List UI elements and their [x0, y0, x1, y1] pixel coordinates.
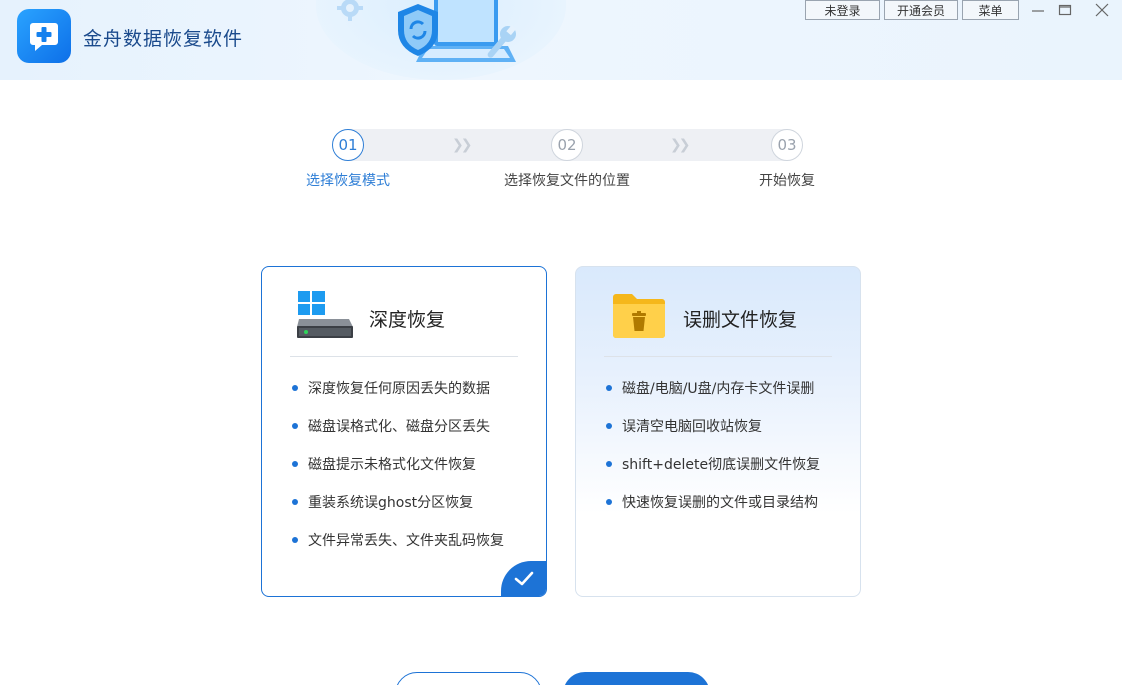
list-item: shift+delete彻底误删文件恢复 [606, 454, 820, 474]
selected-check-icon [501, 561, 546, 596]
step-arrow-icon: ❯❯ [670, 137, 691, 153]
bullet-icon [606, 499, 612, 505]
list-item: 重装系统误ghost分区恢复 [292, 492, 473, 512]
list-item: 文件异常丢失、文件夹乱码恢复 [292, 530, 504, 550]
minimize-icon[interactable] [1025, 0, 1051, 20]
bullet-icon [292, 499, 298, 505]
deep-recovery-title: 深度恢复 [369, 309, 446, 331]
step-2-number: 02 [551, 129, 583, 161]
list-item: 深度恢复任何原因丢失的数据 [292, 378, 490, 398]
app-title: 金舟数据恢复软件 [83, 28, 244, 50]
step-1-number: 01 [332, 129, 364, 161]
step-1-label: 选择恢复模式 [306, 173, 390, 189]
bullet-icon [292, 423, 298, 429]
card-divider [290, 356, 518, 357]
step-3-label: 开始恢复 [759, 173, 815, 189]
next-step-button[interactable] [563, 672, 710, 685]
login-button[interactable]: 未登录 [805, 0, 880, 20]
vip-button[interactable]: 开通会员 [884, 0, 958, 20]
app-logo-icon [17, 9, 71, 63]
list-item: 磁盘提示未格式化文件恢复 [292, 454, 476, 474]
bullet-icon [606, 461, 612, 467]
previous-step-button[interactable] [395, 672, 542, 685]
bullet-icon [606, 385, 612, 391]
bullet-icon [606, 423, 612, 429]
menu-button[interactable]: 菜单 [962, 0, 1019, 20]
bullet-icon [292, 385, 298, 391]
step-arrow-icon: ❯❯ [452, 137, 473, 153]
deleted-file-recovery-card[interactable]: 误删文件恢复 磁盘/电脑/U盘/内存卡文件误删 误清空电脑回收站恢复 shift… [575, 266, 861, 597]
list-item: 误清空电脑回收站恢复 [606, 416, 762, 436]
title-bar: 金舟数据恢复软件 未登录 开通会员 菜单 [0, 0, 1122, 80]
deleted-file-recovery-title: 误删文件恢复 [683, 309, 798, 331]
maximize-icon[interactable] [1052, 0, 1078, 20]
bullet-icon [292, 461, 298, 467]
close-icon[interactable] [1089, 0, 1115, 20]
folder-trash-icon [613, 294, 665, 338]
hero-illustration-icon [337, 0, 517, 62]
list-item: 磁盘/电脑/U盘/内存卡文件误删 [606, 378, 814, 398]
card-divider [604, 356, 832, 357]
list-item: 快速恢复误删的文件或目录结构 [606, 492, 818, 512]
bullet-icon [292, 537, 298, 543]
step-2-label: 选择恢复文件的位置 [504, 173, 630, 189]
deep-recovery-card[interactable]: 深度恢复 深度恢复任何原因丢失的数据 磁盘误格式化、磁盘分区丢失 磁盘提示未格式… [261, 266, 547, 597]
list-item: 磁盘误格式化、磁盘分区丢失 [292, 416, 490, 436]
step-3-number: 03 [771, 129, 803, 161]
hard-drive-icon [297, 291, 353, 338]
